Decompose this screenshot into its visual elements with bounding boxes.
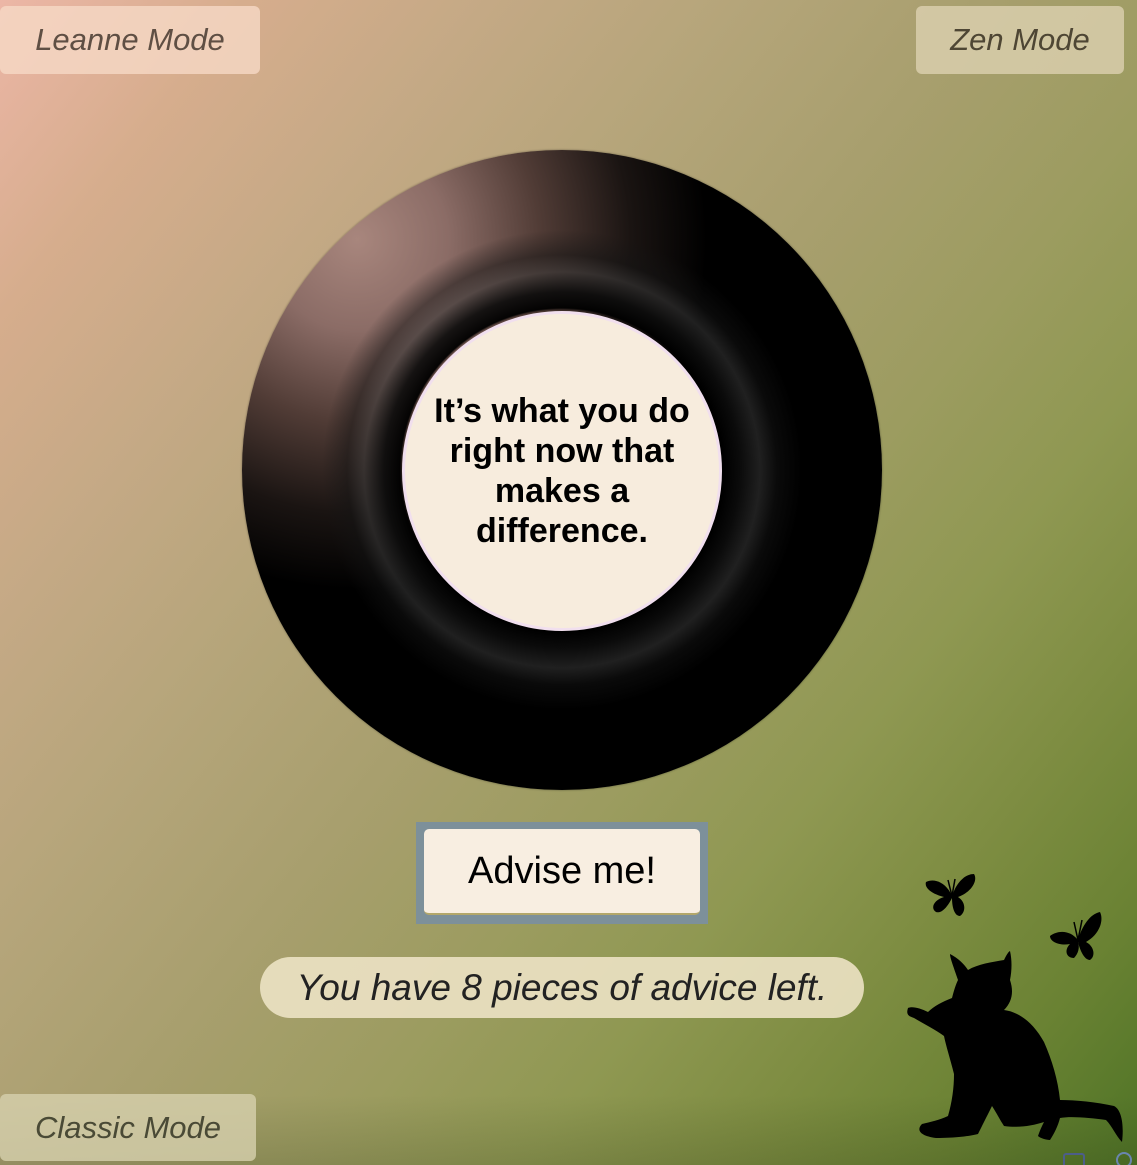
leanne-mode-label: Leanne Mode bbox=[35, 22, 225, 57]
advice-remaining-badge: You have 8 pieces of advice left. bbox=[260, 957, 864, 1018]
classic-mode-button[interactable]: Classic Mode bbox=[0, 1094, 256, 1161]
advise-me-label: Advise me! bbox=[468, 849, 656, 892]
classic-mode-label: Classic Mode bbox=[34, 1109, 222, 1145]
advise-me-button[interactable]: Advise me! bbox=[424, 829, 700, 915]
cat-silhouette-icon bbox=[907, 951, 1123, 1142]
leanne-mode-button[interactable]: Leanne Mode bbox=[0, 6, 260, 74]
advise-button-focus-frame: Advise me! bbox=[416, 822, 708, 924]
answer-window: It’s what you do right now that makes a … bbox=[402, 311, 722, 631]
corner-overlay-icons bbox=[1063, 1152, 1132, 1165]
answer-text: It’s what you do right now that makes a … bbox=[434, 392, 690, 550]
zen-mode-label: Zen Mode bbox=[950, 22, 1090, 57]
advice-remaining-text: You have 8 pieces of advice left. bbox=[296, 966, 828, 1008]
butterfly-icon bbox=[925, 874, 976, 916]
zen-mode-button[interactable]: Zen Mode bbox=[916, 6, 1124, 74]
